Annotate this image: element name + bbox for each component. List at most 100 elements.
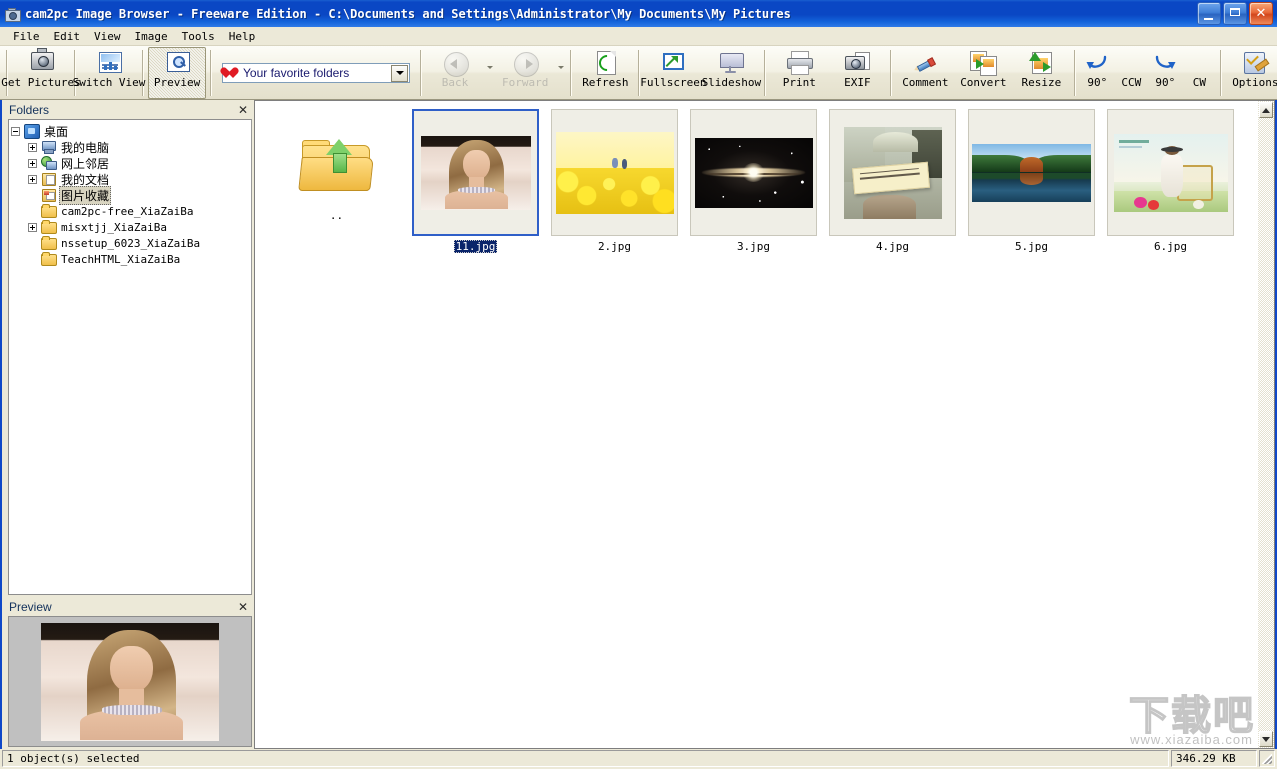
menu-tools[interactable]: Tools <box>175 29 222 44</box>
toolbar-separator <box>570 50 573 96</box>
folder-icon <box>40 251 57 267</box>
rotate-ccw-button[interactable]: 90° <box>1080 47 1114 99</box>
slideshow-button[interactable]: Slideshow <box>702 47 761 99</box>
expand-icon[interactable] <box>28 158 37 168</box>
chevron-down-icon[interactable] <box>391 64 408 82</box>
arrow-left-icon <box>441 50 469 77</box>
folder-tree[interactable]: 桌面 我的电脑 网上邻居 我的文档 图片收藏 cam2pc-free_XiaZaiBa mi… <box>8 119 252 595</box>
parent-folder-label: .. <box>329 209 344 222</box>
tree-item[interactable]: misxtjj_XiaZaiBa <box>11 219 251 235</box>
favorite-folders-combo[interactable]: Your favorite folders <box>222 63 410 83</box>
rotate-cw-direction[interactable]: CW <box>1182 47 1216 99</box>
thumbnail-item[interactable]: 4.jpg <box>823 109 962 264</box>
favorite-folders-value: Your favorite folders <box>243 66 350 80</box>
refresh-button[interactable]: Refresh <box>576 47 634 99</box>
back-history-dropdown[interactable] <box>484 47 495 93</box>
folders-panel-header: Folders ✕ <box>2 100 254 119</box>
rotate-ccw-degree-label: 90° <box>1087 76 1108 89</box>
options-button[interactable]: Options <box>1226 47 1277 99</box>
thumbnail-pane[interactable]: .. 11.jpg 2.jpg 3.jpg 4.jpg 5.jpg 6.jpg <box>254 100 1258 749</box>
toolbar-separator <box>6 50 8 96</box>
expand-icon[interactable] <box>28 142 37 152</box>
get-pictures-button[interactable]: Get Pictures <box>1 47 81 99</box>
convert-button[interactable]: Convert <box>954 47 1012 99</box>
vertical-scrollbar[interactable] <box>1258 100 1275 749</box>
tree-item[interactable]: TeachHTML_XiaZaiBa <box>11 251 251 267</box>
window-title: cam2pc Image Browser - Freeware Edition … <box>25 6 791 21</box>
forward-group: Forward <box>495 47 566 99</box>
close-icon[interactable]: ✕ <box>236 104 250 116</box>
scroll-up-button[interactable] <box>1259 102 1273 118</box>
tree-item[interactable]: 桌面 <box>11 123 251 139</box>
tree-item-label: 我的电脑 <box>61 140 110 155</box>
maximize-button[interactable] <box>1223 2 1247 25</box>
fullscreen-button[interactable]: Fullscreen <box>640 47 706 99</box>
tree-item[interactable]: 图片收藏 <box>11 185 251 205</box>
tree-item-label: nssetup_6023_XiaZaiBa <box>61 236 201 250</box>
switch-view-icon <box>95 50 123 76</box>
preview-label: Preview <box>153 76 201 89</box>
tree-item[interactable]: 我的文档 <box>11 171 251 187</box>
convert-label: Convert <box>960 76 1007 89</box>
forward-history-dropdown[interactable] <box>555 47 566 93</box>
scroll-down-button[interactable] <box>1259 731 1273 747</box>
toolbar-separator <box>1220 50 1223 96</box>
options-icon <box>1241 50 1270 76</box>
thumbnail-frame <box>968 109 1095 236</box>
thumbnail-item[interactable]: 5.jpg <box>962 109 1101 264</box>
refresh-label: Refresh <box>582 76 629 89</box>
folder-icon <box>40 203 57 219</box>
menu-image[interactable]: Image <box>128 29 175 44</box>
tree-item[interactable]: cam2pc-free_XiaZaiBa <box>11 203 251 219</box>
rotate-cw-button[interactable]: 90° <box>1148 47 1182 99</box>
collapse-icon[interactable] <box>11 126 20 136</box>
close-icon[interactable]: ✕ <box>236 601 250 613</box>
parent-folder-tile[interactable]: .. <box>267 109 406 264</box>
preview-toggle-button[interactable]: Preview <box>148 47 206 99</box>
status-bar: 1 object(s) selected 346.29 KB <box>0 749 1277 769</box>
tree-item[interactable]: 我的电脑 <box>11 139 251 155</box>
thumbnail-item[interactable]: 6.jpg <box>1101 109 1240 264</box>
thumbnail-image <box>843 126 942 219</box>
rotate-cw-degree-label: 90° <box>1155 76 1176 89</box>
tree-item-label: cam2pc-free_XiaZaiBa <box>61 204 194 218</box>
back-button[interactable]: Back <box>426 47 484 91</box>
resize-grip-icon[interactable] <box>1259 750 1275 767</box>
tree-item[interactable]: nssetup_6023_XiaZaiBa <box>11 235 251 251</box>
pencil-icon <box>911 50 939 76</box>
minimize-button[interactable] <box>1197 2 1221 25</box>
menu-file[interactable]: File <box>6 29 47 44</box>
thumbnail-item[interactable]: 3.jpg <box>684 109 823 264</box>
print-button[interactable]: Print <box>770 47 828 99</box>
tree-item[interactable]: 网上邻居 <box>11 155 251 171</box>
menu-help[interactable]: Help <box>222 29 263 44</box>
rotate-ccw-icon <box>1083 50 1111 76</box>
toolbar-separator <box>1074 50 1077 96</box>
exif-button[interactable]: EXIF <box>828 47 886 99</box>
thumbnail-item[interactable]: 11.jpg <box>406 109 545 264</box>
tree-item-label: 图片收藏 <box>59 185 112 205</box>
close-button[interactable]: ✕ <box>1249 2 1273 25</box>
preview-panel-header: Preview ✕ <box>2 597 254 616</box>
rotate-ccw-direction[interactable]: CCW <box>1114 47 1148 99</box>
resize-button[interactable]: Resize <box>1012 47 1070 99</box>
comment-button[interactable]: Comment <box>896 47 954 99</box>
camera-icon <box>4 6 21 22</box>
menu-edit[interactable]: Edit <box>47 29 88 44</box>
thumbnail-item[interactable]: 2.jpg <box>545 109 684 264</box>
close-icon: ✕ <box>1255 5 1267 21</box>
title-bar: cam2pc Image Browser - Freeware Edition … <box>0 0 1277 27</box>
switch-view-button[interactable]: Switch View <box>73 47 145 99</box>
expand-icon[interactable] <box>28 222 37 232</box>
exif-icon <box>843 50 871 76</box>
forward-button[interactable]: Forward <box>495 47 555 91</box>
thumbnail-filename: 6.jpg <box>1153 240 1188 253</box>
menu-view[interactable]: View <box>87 29 128 44</box>
expand-icon[interactable] <box>28 174 37 184</box>
